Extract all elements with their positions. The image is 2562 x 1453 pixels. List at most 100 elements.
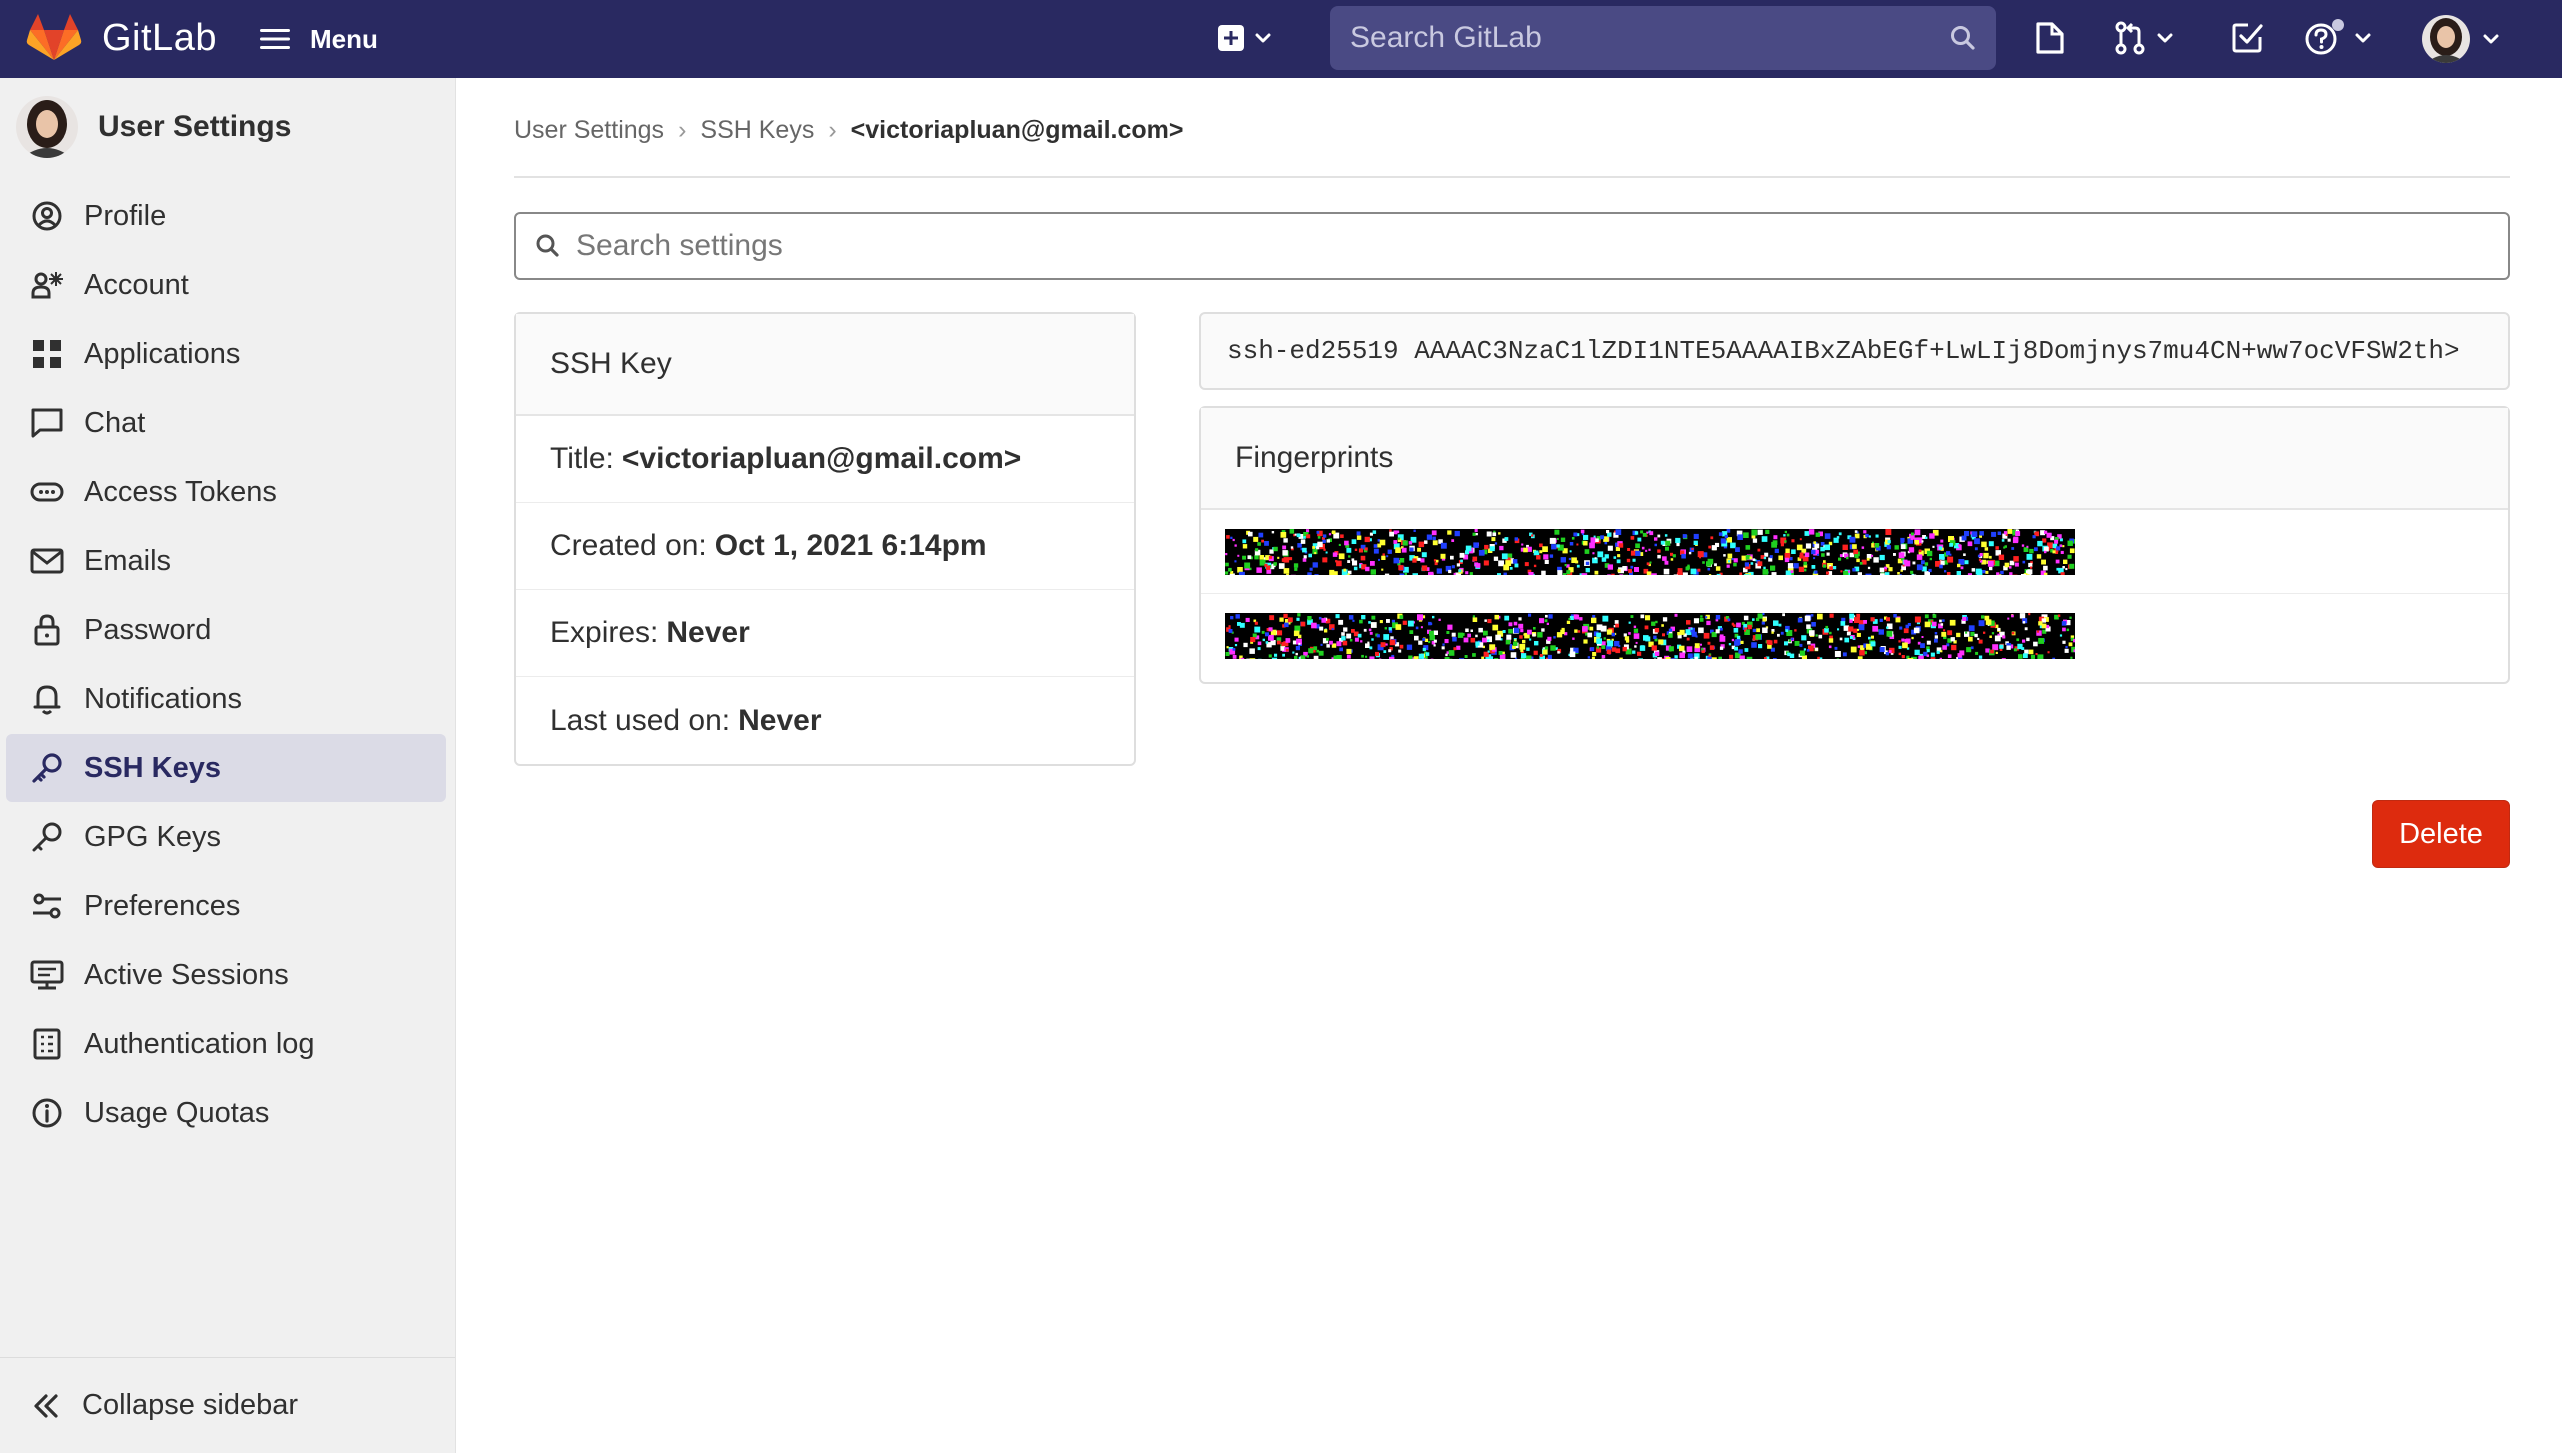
gitlab-logo-icon: [26, 14, 82, 60]
user-avatar: [2422, 15, 2470, 63]
breadcrumb-ssh-keys[interactable]: SSH Keys: [700, 116, 814, 145]
sidebar-item-label: GPG Keys: [84, 820, 221, 853]
help-dropdown[interactable]: [2304, 18, 2374, 58]
title-value: <victoriapluan@gmail.com>: [621, 442, 1022, 475]
chevron-down-icon: [2355, 33, 2371, 43]
sidebar-nav: Profile Account Applications Chat Access…: [6, 182, 446, 1148]
gitlab-home-link[interactable]: GitLab: [26, 14, 217, 62]
chevron-down-icon: [1255, 33, 1271, 43]
todo-check-icon: [2232, 23, 2263, 53]
fingerprint-row: [1201, 510, 2508, 594]
global-search-input[interactable]: [1350, 21, 1948, 55]
lock-icon: [34, 614, 60, 646]
expires-label: Expires:: [550, 616, 659, 649]
search-icon: [536, 234, 559, 257]
search-icon: [1951, 26, 1975, 50]
sidebar-avatar: [16, 96, 78, 158]
sidebar-header[interactable]: User Settings: [16, 96, 291, 158]
issues-icon: [2036, 22, 2064, 54]
ssh-key-title-row: Title: <victoriapluan@gmail.com>: [516, 416, 1134, 503]
sidebar-item-label: Profile: [84, 199, 167, 232]
sidebar-item-label: Access Tokens: [84, 475, 277, 508]
breadcrumb-current[interactable]: <victoriapluan@gmail.com>: [851, 116, 1184, 145]
breadcrumb-divider: [514, 176, 2510, 178]
settings-search-box[interactable]: [514, 212, 2510, 280]
ssh-key-created-row: Created on: Oct 1, 2021 6:14pm: [516, 503, 1134, 590]
settings-search-input[interactable]: [576, 229, 2508, 263]
key-icon: [32, 822, 62, 852]
breadcrumb-user-settings[interactable]: User Settings: [514, 116, 664, 145]
sidebar-item-access-tokens[interactable]: Access Tokens: [6, 458, 446, 526]
ssh-key-text-box[interactable]: ssh-ed25519 AAAAC3NzaC1lZDI1NTE5AAAAIBxZ…: [1199, 312, 2510, 390]
log-icon: [33, 1028, 61, 1060]
sidebar-item-label: Applications: [84, 337, 241, 370]
issues-button[interactable]: [2032, 18, 2068, 58]
sidebar-item-notifications[interactable]: Notifications: [6, 665, 446, 733]
chevron-down-icon: [2483, 34, 2499, 44]
bell-icon: [33, 685, 61, 715]
hamburger-icon: [260, 29, 290, 49]
sidebar-item-label: Authentication log: [84, 1027, 315, 1060]
redacted-fingerprint: [1225, 528, 2075, 575]
breadcrumb: User Settings › SSH Keys › <victoriaplua…: [514, 110, 1183, 150]
menu-label: Menu: [310, 23, 378, 54]
sidebar-item-label: Chat: [84, 406, 146, 439]
sidebar-title: User Settings: [98, 110, 292, 143]
title-label: Title:: [550, 442, 614, 475]
created-label: Created on:: [550, 529, 707, 562]
collapse-sidebar-label: Collapse sidebar: [82, 1389, 299, 1421]
sidebar-item-preferences[interactable]: Preferences: [6, 872, 446, 940]
token-icon: [30, 482, 64, 502]
sidebar-item-profile[interactable]: Profile: [6, 182, 446, 250]
sidebar-item-applications[interactable]: Applications: [6, 320, 446, 388]
sidebar-item-usage-quotas[interactable]: Usage Quotas: [6, 1079, 446, 1147]
chevron-right-icon: ›: [678, 115, 687, 144]
sidebar-item-label: Notifications: [84, 682, 242, 715]
fingerprints-header: Fingerprints: [1201, 408, 2508, 510]
sidebar-item-label: Emails: [84, 544, 172, 577]
sidebar-item-active-sessions[interactable]: Active Sessions: [6, 941, 446, 1009]
sidebar-item-account[interactable]: Account: [6, 251, 446, 319]
delete-button[interactable]: Delete: [2372, 800, 2510, 868]
key-icon: [32, 753, 62, 783]
menu-button[interactable]: Menu: [260, 20, 378, 58]
last-used-value: Never: [738, 703, 822, 737]
fingerprints-card: Fingerprints: [1199, 406, 2510, 684]
chevron-right-icon: ›: [828, 115, 837, 144]
mail-icon: [30, 548, 64, 574]
sidebar-item-password[interactable]: Password: [6, 596, 446, 664]
chevron-down-icon: [2157, 33, 2173, 43]
top-navbar: GitLab Menu: [0, 0, 2562, 78]
global-search[interactable]: [1330, 6, 1996, 70]
merge-requests-dropdown[interactable]: [2112, 18, 2176, 58]
applications-icon: [33, 340, 61, 368]
brand-name: GitLab: [102, 16, 217, 59]
fingerprint-row: [1201, 594, 2508, 678]
sidebar-item-label: SSH Keys: [84, 751, 222, 784]
sidebar-item-label: Account: [84, 268, 189, 301]
ssh-key-card-header: SSH Key: [516, 314, 1134, 416]
monitor-icon: [30, 960, 64, 990]
preferences-icon: [33, 893, 61, 919]
sidebar-item-gpg-keys[interactable]: GPG Keys: [6, 803, 446, 871]
sidebar-item-label: Password: [84, 613, 212, 646]
double-chevron-left-icon: [34, 1393, 58, 1418]
sidebar-item-label: Usage Quotas: [84, 1096, 270, 1129]
new-item-dropdown[interactable]: [1216, 18, 1274, 58]
account-icon: [31, 272, 63, 299]
created-value: Oct 1, 2021 6:14pm: [714, 529, 987, 562]
todos-button[interactable]: [2230, 18, 2264, 58]
user-menu-dropdown[interactable]: [2422, 15, 2502, 63]
merge-request-icon: [2115, 21, 2145, 55]
settings-sidebar: User Settings Profile Account Applicatio…: [0, 78, 456, 1453]
ssh-key-text: ssh-ed25519 AAAAC3NzaC1lZDI1NTE5AAAAIBxZ…: [1227, 336, 2460, 366]
sidebar-item-authentication-log[interactable]: Authentication log: [6, 1010, 446, 1078]
sidebar-item-chat[interactable]: Chat: [6, 389, 446, 457]
help-icon: [2305, 19, 2344, 55]
redacted-fingerprint: [1225, 613, 2075, 659]
sidebar-item-ssh-keys[interactable]: SSH Keys: [6, 734, 446, 802]
collapse-sidebar-button[interactable]: Collapse sidebar: [0, 1357, 455, 1453]
sidebar-item-emails[interactable]: Emails: [6, 527, 446, 595]
last-used-label: Last used on:: [550, 703, 731, 737]
plus-square-icon: [1218, 25, 1244, 51]
